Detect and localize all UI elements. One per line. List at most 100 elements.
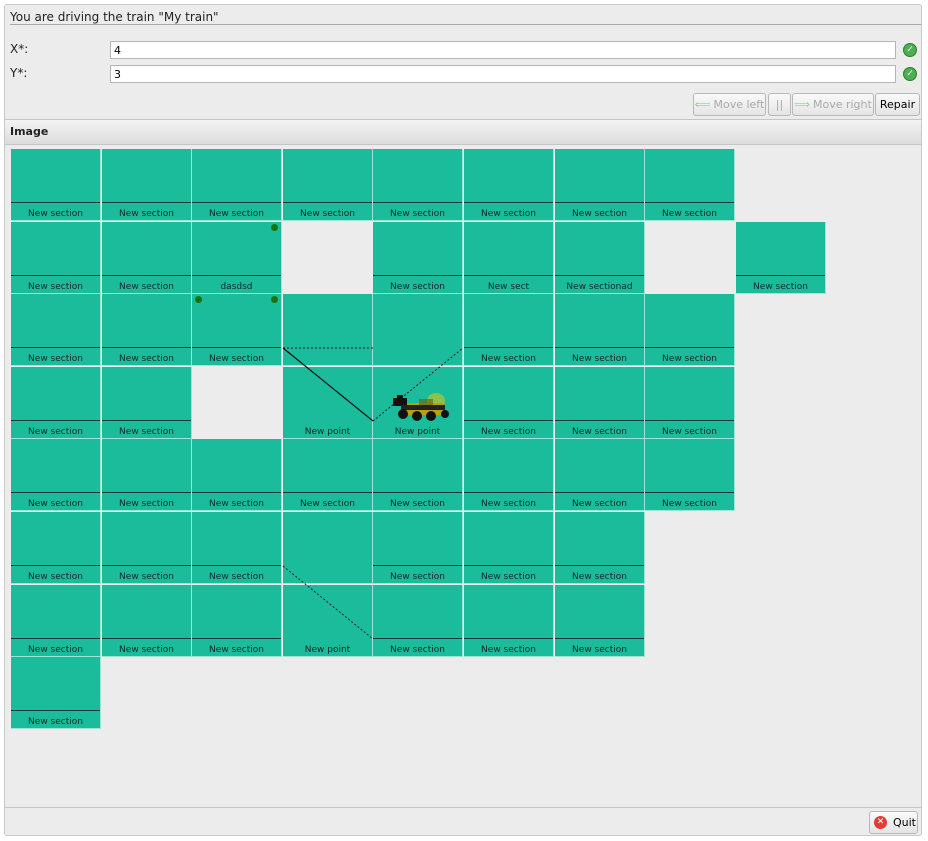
track-cell[interactable]: New section — [373, 439, 463, 511]
track-cell[interactable]: New section — [373, 512, 463, 584]
track-cell[interactable]: New section — [555, 512, 645, 584]
track-cell[interactable]: New section — [736, 222, 826, 294]
move-left-button[interactable]: ⟸ Move left — [693, 93, 766, 116]
y-valid-check-icon: ✓ — [903, 67, 917, 81]
track-cell[interactable] — [283, 294, 373, 366]
track-cell[interactable]: dasdsd — [192, 222, 282, 294]
repair-button[interactable]: Repair — [875, 93, 920, 116]
track-cell[interactable]: New sect — [464, 222, 554, 294]
track-cell[interactable]: New section — [11, 657, 101, 729]
cell-label: New section — [28, 717, 83, 727]
track-cell[interactable]: New section — [192, 585, 282, 657]
section-bar — [645, 347, 734, 348]
track-cell[interactable]: New section — [645, 294, 735, 366]
section-bar — [102, 420, 191, 421]
track-cell[interactable]: New section — [555, 585, 645, 657]
track-cell[interactable]: New section — [283, 149, 373, 221]
track-cell[interactable]: New section — [464, 367, 554, 439]
x-input[interactable] — [110, 41, 896, 59]
section-bar — [11, 275, 100, 276]
cell-label: New section — [300, 499, 355, 509]
cell-label: New point — [394, 427, 441, 437]
track-cell[interactable]: New section — [464, 294, 554, 366]
track-cell[interactable]: New point — [283, 367, 373, 439]
section-bar — [102, 638, 191, 639]
track-cell[interactable]: New section — [645, 367, 735, 439]
section-bar — [283, 202, 372, 203]
arrow-left-icon: ⟸ — [694, 98, 711, 111]
track-cell[interactable]: New section — [11, 439, 101, 511]
track-cell[interactable]: New section — [464, 149, 554, 221]
connector-dot — [195, 296, 202, 303]
track-cell[interactable]: New section — [102, 294, 192, 366]
section-bar — [555, 420, 644, 421]
track-cell[interactable]: New section — [192, 512, 282, 584]
track-cell[interactable]: New section — [192, 294, 282, 366]
track-cell[interactable]: New section — [464, 512, 554, 584]
track-cell[interactable]: New section — [102, 585, 192, 657]
track-cell[interactable]: New section — [11, 149, 101, 221]
track-cell[interactable]: New point — [283, 585, 373, 657]
move-right-label: Move right — [812, 98, 872, 111]
cell-label: New section — [119, 645, 174, 655]
section-bar — [102, 202, 191, 203]
track-cell[interactable]: New section — [11, 585, 101, 657]
section-bar — [373, 492, 462, 493]
track-cell[interactable]: New section — [102, 512, 192, 584]
track-cell[interactable]: New section — [102, 222, 192, 294]
cell-label: New section — [119, 282, 174, 292]
cell-label: New section — [28, 499, 83, 509]
y-label: Y*: — [10, 66, 28, 80]
section-bar — [11, 638, 100, 639]
cell-label: New section — [390, 645, 445, 655]
track-cell[interactable] — [283, 512, 373, 584]
quit-button[interactable]: ✕ Quit — [869, 811, 918, 834]
track-cell[interactable]: New section — [283, 439, 373, 511]
track-cell[interactable]: New section — [11, 367, 101, 439]
track-cell[interactable]: New section — [555, 149, 645, 221]
image-panel-header: Image — [5, 119, 921, 145]
track-cell[interactable]: New sectionad — [555, 222, 645, 294]
track-cell[interactable]: New section — [102, 439, 192, 511]
cell-label: New section — [209, 209, 264, 219]
track-cell[interactable]: New section — [192, 149, 282, 221]
cell-label: New section — [572, 354, 627, 364]
y-input[interactable] — [110, 65, 896, 83]
track-cell[interactable]: New section — [645, 149, 735, 221]
track-cell[interactable]: New section — [192, 439, 282, 511]
section-bar — [192, 202, 281, 203]
section-bar — [192, 638, 281, 639]
section-bar — [192, 347, 281, 348]
train-icon[interactable] — [391, 389, 453, 425]
pause-button[interactable]: || — [768, 93, 791, 116]
track-cell[interactable]: New section — [555, 439, 645, 511]
track-cell[interactable]: New section — [373, 149, 463, 221]
cell-label: New section — [28, 282, 83, 292]
section-bar — [11, 710, 100, 711]
track-cell[interactable]: New section — [11, 294, 101, 366]
track-cell[interactable]: New section — [102, 149, 192, 221]
move-right-button[interactable]: ⟹ Move right — [792, 93, 874, 116]
arrow-right-icon: ⟹ — [794, 98, 810, 111]
track-cell[interactable]: New section — [464, 439, 554, 511]
section-bar — [464, 565, 553, 566]
track-cell[interactable]: New section — [555, 294, 645, 366]
title-divider — [10, 24, 921, 25]
connector-dot — [271, 224, 278, 231]
track-cell[interactable]: New section — [11, 222, 101, 294]
cell-label: New section — [119, 427, 174, 437]
section-bar — [736, 275, 825, 276]
section-bar — [102, 492, 191, 493]
track-cell[interactable]: New section — [102, 367, 192, 439]
track-cell[interactable]: New section — [645, 439, 735, 511]
track-cell[interactable] — [373, 294, 463, 366]
track-cell[interactable]: New section — [464, 585, 554, 657]
section-bar — [192, 565, 281, 566]
track-cell[interactable]: New section — [555, 367, 645, 439]
track-cell[interactable]: New section — [373, 585, 463, 657]
cell-label: dasdsd — [220, 282, 253, 292]
section-bar — [192, 275, 281, 276]
track-cell[interactable]: New section — [11, 512, 101, 584]
section-bar — [283, 492, 372, 493]
track-cell[interactable]: New section — [373, 222, 463, 294]
